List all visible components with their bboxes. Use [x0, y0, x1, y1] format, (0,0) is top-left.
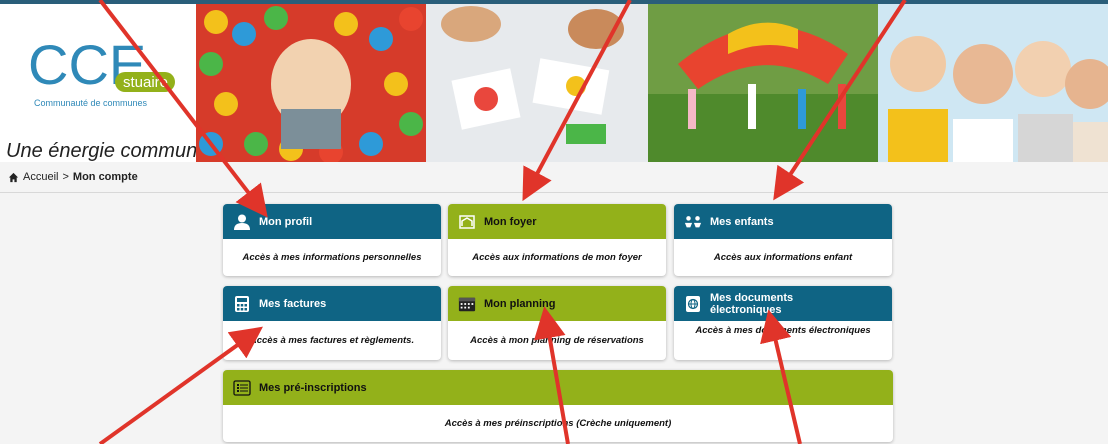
card-title-line1: Mes documents	[710, 291, 794, 304]
tagline: Une énergie commune	[6, 140, 209, 162]
card-title: Mes documents électroniques	[710, 292, 793, 316]
card-mes-factures[interactable]: Mes factures Accès à mes factures et règ…	[223, 286, 441, 360]
banner-photo-teens	[878, 4, 1108, 162]
card-title: Mes pré-inscriptions	[259, 381, 367, 394]
breadcrumb: Accueil > Mon compte	[8, 171, 138, 183]
card-header: Mes documents électroniques	[674, 286, 892, 321]
breadcrumb-home-link[interactable]: Accueil	[23, 171, 58, 183]
card-title: Mon profil	[259, 215, 313, 228]
card-mon-planning[interactable]: Mon planning Accès à mon planning de rés…	[448, 286, 666, 360]
logo-suffix: stuaire	[123, 74, 168, 91]
card-title: Mon foyer	[484, 215, 537, 228]
calculator-icon	[233, 295, 251, 313]
card-header: Mon foyer	[448, 204, 666, 239]
breadcrumb-current: Mon compte	[72, 171, 138, 183]
card-header: Mes enfants	[674, 204, 892, 239]
card-header: Mon planning	[448, 286, 666, 321]
banner-photo-crafts	[426, 4, 648, 162]
card-description: Accès à mes informations personnelles	[242, 252, 422, 263]
card-mon-foyer[interactable]: Mon foyer Accès aux informations de mon …	[448, 204, 666, 276]
site-logo[interactable]: CCE stuaire Communauté de communes	[20, 22, 195, 112]
calendar-icon	[458, 295, 476, 313]
banner-photo-ball-pit	[196, 4, 426, 162]
card-mon-profil[interactable]: Mon profil Accès à mes informations pers…	[223, 204, 441, 276]
card-mes-documents-electroniques[interactable]: Mes documents électroniques Accès à mes …	[674, 286, 892, 360]
logo-caption: Communauté de communes	[34, 98, 148, 108]
divider	[0, 192, 1108, 193]
card-header: Mon profil	[223, 204, 441, 239]
home-icon[interactable]	[8, 172, 19, 183]
card-title: Mon planning	[484, 297, 556, 310]
card-description: Accès à mes préinscriptions (Crèche uniq…	[444, 418, 672, 429]
user-icon	[233, 213, 251, 231]
card-mes-pre-inscriptions[interactable]: Mes pré-inscriptions Accès à mes préinsc…	[223, 370, 893, 442]
globe-document-icon	[684, 295, 702, 313]
card-title: Mes enfants	[710, 215, 774, 228]
home-icon	[458, 213, 476, 231]
header-banner	[196, 4, 1108, 162]
card-description: Accès à mes documents électroniques	[695, 325, 871, 336]
breadcrumb-separator: >	[62, 171, 69, 183]
list-icon	[233, 379, 251, 397]
card-description: Accès aux informations enfant	[713, 252, 853, 263]
card-mes-enfants[interactable]: Mes enfants Accès aux informations enfan…	[674, 204, 892, 276]
card-title-line2: électroniques	[710, 303, 782, 316]
card-description: Accès aux informations de mon foyer	[472, 252, 642, 263]
banner-photo-parachute	[648, 4, 878, 162]
card-header: Mes factures	[223, 286, 441, 321]
card-header: Mes pré-inscriptions	[223, 370, 893, 405]
card-description: Accès à mes factures et règlements.	[249, 335, 415, 346]
card-title: Mes factures	[259, 297, 327, 310]
children-icon	[684, 213, 702, 231]
card-description: Accès à mon planning de réservations	[470, 335, 644, 346]
